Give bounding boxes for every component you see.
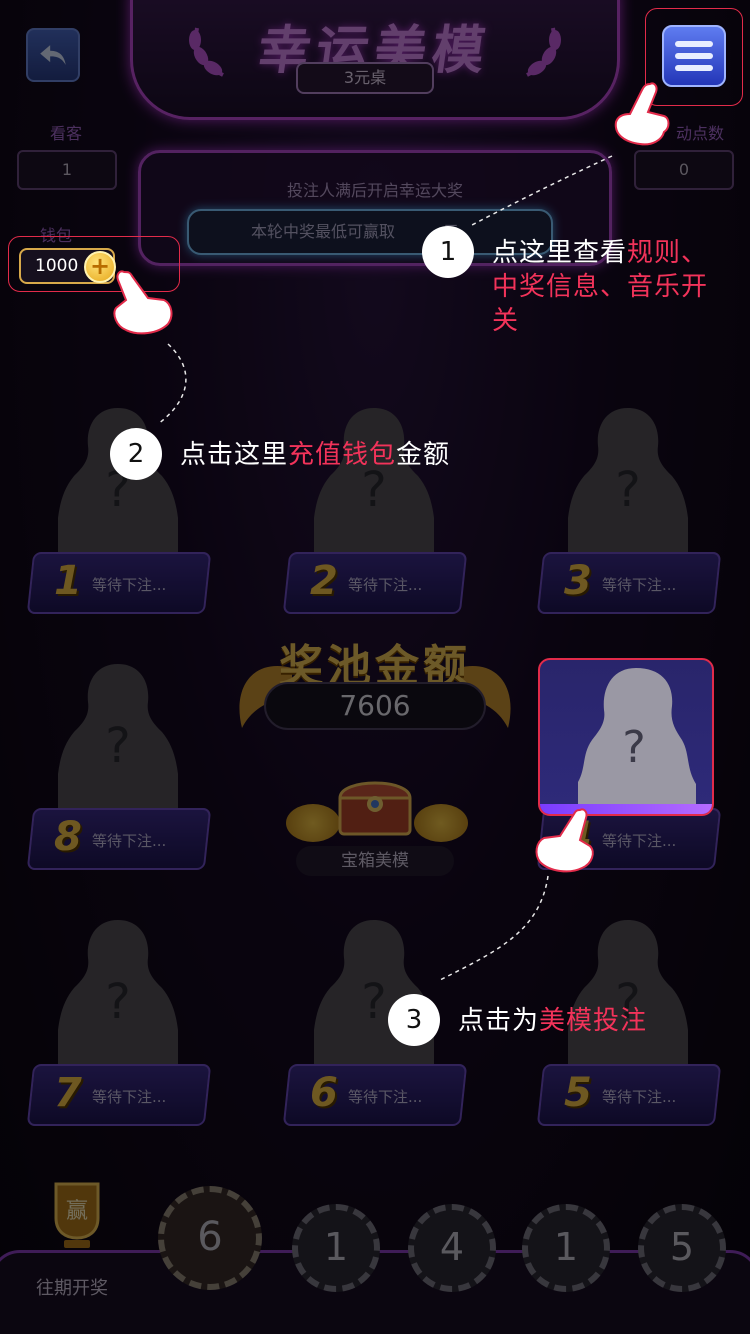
tip-2: 点击这里充值钱包金额 — [180, 438, 520, 472]
treasure-chest-label: 宝箱美模 — [296, 846, 454, 876]
slot-status: 等待下注... — [602, 1088, 677, 1106]
viewers-count: 1 — [17, 150, 117, 190]
back-arrow-icon — [40, 45, 66, 65]
gold-coins-icon — [414, 804, 468, 842]
slot-status: 等待下注... — [348, 576, 423, 594]
trophy-text: 赢 — [66, 1199, 88, 1224]
slot-status: 等待下注... — [602, 576, 677, 594]
tip-1: 点这里查看规则、中奖信息、音乐开关 — [492, 236, 728, 338]
viewers-label: 看客 — [50, 124, 83, 143]
history-result-chip: 1 — [522, 1204, 610, 1292]
trophy-icon[interactable]: 赢 — [46, 1180, 108, 1252]
slot-status: 等待下注... — [602, 832, 677, 850]
slot-number: 5 — [564, 1070, 592, 1116]
pointing-hand-icon — [614, 82, 670, 146]
model-silhouette-icon: ? — [56, 658, 180, 818]
history-result-chip: 4 — [408, 1204, 496, 1292]
announcement-line1: 投注人满后开启幸运大奖 — [286, 181, 463, 200]
announcement-line2-text: 本轮中奖最低可赢取 — [251, 222, 396, 241]
step-badge-1: 1 — [422, 226, 474, 278]
back-button[interactable] — [26, 28, 80, 82]
tip-3: 点击为美模投注 — [458, 1004, 718, 1038]
tip-2-suffix: 金额 — [396, 440, 451, 470]
tip-2-highlight: 充值钱包 — [288, 440, 397, 470]
menu-button[interactable] — [662, 25, 726, 87]
history-result-chip: 6 — [158, 1186, 262, 1290]
history-result-chip: 5 — [638, 1204, 726, 1292]
slot-number: 8 — [54, 814, 82, 860]
points-label: 动点数 — [676, 124, 725, 143]
pool-amount: 7606 — [264, 682, 486, 730]
slot-status: 等待下注... — [348, 1088, 423, 1106]
model-silhouette-icon: ? — [566, 914, 690, 1074]
slot-number: 1 — [54, 558, 82, 604]
slot-number: 2 — [310, 558, 338, 604]
tip-2-text: 点击这里 — [180, 440, 289, 470]
menu-line — [675, 41, 713, 47]
model-slot[interactable]: ? 3 等待下注... — [536, 402, 722, 622]
slot-number: 7 — [54, 1070, 82, 1116]
step-badge-2: 2 — [110, 428, 162, 480]
tip-3-highlight: 美模投注 — [539, 1006, 648, 1036]
pointing-hand-icon — [535, 808, 594, 873]
slot-status: 等待下注... — [92, 1088, 167, 1106]
model-silhouette-icon: ? — [566, 402, 690, 562]
table-tag: 3元桌 — [296, 62, 434, 94]
slot-number: 6 — [310, 1070, 338, 1116]
svg-text:?: ? — [622, 722, 645, 773]
model-slot[interactable]: ? 2 等待下注... — [282, 402, 468, 622]
model-silhouette-icon: ? — [56, 402, 180, 562]
menu-line — [675, 53, 713, 59]
svg-text:?: ? — [105, 718, 130, 774]
model-silhouette-icon: ? — [578, 668, 696, 812]
model-slot[interactable]: ? 7 等待下注... — [26, 914, 212, 1134]
svg-text:?: ? — [105, 974, 130, 1030]
menu-line — [675, 65, 713, 71]
points-value: 0 — [634, 150, 734, 190]
treasure-chest-icon[interactable] — [336, 772, 414, 836]
model-slot[interactable]: ? 8 等待下注... — [26, 658, 212, 878]
history-label[interactable]: 往期开奖 — [36, 1274, 108, 1300]
svg-text:?: ? — [361, 974, 386, 1030]
laurel-icon — [526, 27, 561, 77]
model-slot-4-highlight[interactable]: ? — [538, 658, 714, 816]
model-silhouette-icon: ? — [56, 914, 180, 1074]
history-result-chip: 1 — [292, 1204, 380, 1292]
gold-coins-icon — [286, 804, 340, 842]
game-screen: 幸运美模 3元桌 看客 1 动点数 0 投注人满后开启幸运大奖 本轮中奖最低可赢… — [0, 0, 750, 1334]
tip-1-text: 点这里查看 — [492, 238, 628, 268]
title-plate: 幸运美模 3元桌 — [130, 0, 620, 120]
tip-3-text: 点击为 — [458, 1006, 540, 1036]
pointing-hand-icon — [113, 270, 173, 335]
slot-status: 等待下注... — [92, 576, 167, 594]
slot-number: 3 — [564, 558, 592, 604]
slot-status: 等待下注... — [92, 832, 167, 850]
step-badge-3: 3 — [388, 994, 440, 1046]
svg-text:?: ? — [615, 462, 640, 518]
model-silhouette-icon: ? — [312, 402, 436, 562]
